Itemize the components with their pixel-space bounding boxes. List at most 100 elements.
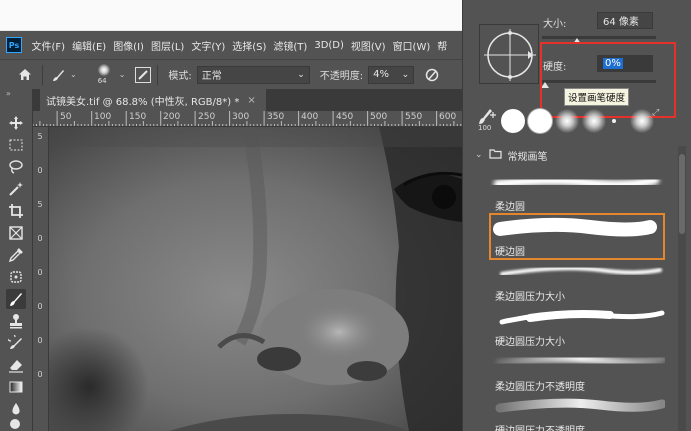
preset-soft-round-3[interactable]: [630, 109, 654, 133]
eyedropper-tool-icon[interactable]: [6, 245, 26, 265]
brush-size-readout: 64: [97, 76, 107, 85]
ruler-label: 400: [301, 112, 319, 122]
ruler-label: 100: [94, 112, 112, 122]
mode-label: 模式:: [168, 71, 192, 82]
collapse-icon[interactable]: »: [6, 89, 11, 98]
ruler-label: 5: [37, 132, 43, 141]
brush-stroke-preview: [500, 266, 662, 276]
brush-tool-icon[interactable]: [49, 68, 67, 82]
menu-layer[interactable]: 图层(L): [147, 38, 187, 53]
blur-tool-icon[interactable]: [6, 399, 26, 419]
brush-label: 硬边圆压力大小: [495, 337, 565, 348]
divider: [42, 64, 43, 85]
size-value: 64 像素: [603, 17, 639, 28]
document-tab[interactable]: 试镜美女.tif @ 68.8% (中性灰, RGB/8*) * ×: [40, 89, 266, 111]
gradient-tool-icon[interactable]: [6, 377, 26, 397]
mode-select[interactable]: 正常 ⌄: [196, 65, 310, 84]
move-tool-icon[interactable]: [6, 113, 26, 133]
eraser-tool-icon[interactable]: [6, 355, 26, 375]
annotation-orange-box: [489, 213, 665, 260]
brush-stroke-preview: [499, 310, 665, 325]
ruler-label: 350: [267, 112, 285, 122]
dodge-tool-icon[interactable]: [6, 419, 26, 431]
chevron-down-icon: ⌄: [297, 69, 305, 80]
brush-tip-preview: [97, 63, 110, 76]
ruler-label: 300: [232, 112, 250, 122]
brush-label: 柔边圆压力不透明度: [495, 382, 585, 393]
brush-label: 柔边圆压力大小: [495, 292, 565, 303]
brush-angle-preview[interactable]: [479, 24, 539, 84]
document-canvas[interactable]: [49, 127, 462, 431]
close-icon[interactable]: ×: [247, 95, 255, 106]
brush-item-hard-round-pressure-opacity[interactable]: 硬边圆压力不透明度: [490, 395, 665, 431]
ruler-label: 0: [37, 234, 43, 243]
document-title: 试镜美女.tif @ 68.8% (中性灰, RGB/8*) *: [46, 96, 240, 108]
photo-face-closeup: [49, 127, 462, 431]
divider: [157, 64, 159, 85]
menu-file[interactable]: 文件(F): [28, 38, 69, 53]
brush-tool-icon[interactable]: [6, 289, 26, 309]
preset-hard-round-2[interactable]: [528, 109, 552, 133]
size-label: 大小:: [543, 19, 567, 30]
ruler-label: 450: [336, 112, 354, 122]
opacity-field[interactable]: 4% ⌄: [368, 65, 415, 84]
pressure-opacity-icon[interactable]: [424, 67, 440, 83]
menu-bar: Ps 文件(F) 编辑(E) 图像(I) 图层(L) 文字(Y) 选择(S) 滤…: [0, 31, 462, 59]
document-tab-bar: 试镜美女.tif @ 68.8% (中性灰, RGB/8*) * ×: [33, 89, 462, 111]
clone-stamp-tool-icon[interactable]: [6, 311, 26, 331]
brush-list-scrollbar[interactable]: [678, 146, 686, 431]
frame-tool-icon[interactable]: [6, 223, 26, 243]
brush-stroke-preview: [493, 175, 660, 189]
scrollbar-thumb[interactable]: [679, 154, 685, 234]
preset-small-round[interactable]: [612, 119, 616, 123]
marquee-tool-icon[interactable]: [6, 135, 26, 155]
size-slider[interactable]: [542, 36, 656, 39]
chevron-down-icon[interactable]: ⌄: [475, 150, 483, 160]
ruler-horizontal: 50 100 150 200 250 300 350 400 450 500 5…: [33, 111, 462, 127]
tools-panel: »: [0, 89, 33, 431]
photoshop-logo: Ps: [6, 37, 22, 53]
preset-hard-round[interactable]: [501, 109, 525, 133]
opacity-label: 不透明度:: [319, 71, 364, 82]
ruler-label: 250: [198, 112, 216, 122]
ruler-label: 0: [37, 268, 43, 277]
ruler-label: 0: [37, 166, 43, 175]
menu-edit[interactable]: 编辑(E): [69, 38, 110, 53]
preset-new-brush-icon[interactable]: 100: [474, 106, 498, 134]
magic-wand-tool-icon[interactable]: [6, 179, 26, 199]
menu-type[interactable]: 文字(Y): [188, 38, 229, 53]
ruler-label: 600: [439, 112, 457, 122]
brush-item-soft-round-pressure-size[interactable]: 柔边圆压力大小: [490, 262, 665, 303]
brush-item-soft-round-pressure-opacity[interactable]: 柔边圆压力不透明度: [490, 349, 665, 393]
opacity-value: 4%: [373, 69, 390, 80]
chevron-down-icon: ⌄: [401, 69, 410, 80]
brush-picker[interactable]: 64: [89, 61, 119, 89]
healing-brush-tool-icon[interactable]: [6, 267, 26, 287]
brush-label: 柔边圆: [495, 202, 525, 213]
lasso-tool-icon[interactable]: [6, 157, 26, 177]
expand-corner-icon[interactable]: ⤢: [652, 108, 659, 118]
chevron-down-icon[interactable]: ⌄: [70, 70, 77, 79]
brush-group-row[interactable]: ⌄ 常规画笔: [475, 146, 685, 164]
ruler-label: 0: [37, 336, 43, 345]
ruler-label: 0: [37, 302, 43, 311]
ruler-label: 50: [60, 112, 72, 122]
brush-item-soft-round[interactable]: 柔边圆: [490, 168, 665, 213]
folder-icon: [488, 148, 502, 162]
menu-window[interactable]: 窗口(W): [389, 38, 434, 53]
menu-help[interactable]: 帮: [434, 38, 451, 53]
brush-settings-icon[interactable]: [135, 66, 152, 83]
menu-filter[interactable]: 滤镜(T): [270, 38, 311, 53]
home-icon[interactable]: [14, 68, 36, 81]
menu-image[interactable]: 图像(I): [110, 38, 148, 53]
menu-3d[interactable]: 3D(D): [311, 40, 348, 51]
menu-view[interactable]: 视图(V): [347, 38, 389, 53]
preset-soft-round[interactable]: [555, 109, 579, 133]
history-brush-tool-icon[interactable]: [6, 333, 26, 353]
chevron-down-icon[interactable]: ⌄: [119, 70, 126, 79]
preset-soft-round-2[interactable]: [582, 109, 606, 133]
size-field[interactable]: 64 像素: [597, 12, 653, 29]
crop-tool-icon[interactable]: [6, 201, 26, 221]
menu-select[interactable]: 选择(S): [229, 38, 270, 53]
brush-item-hard-round-pressure-size[interactable]: 硬边圆压力大小: [490, 305, 665, 348]
